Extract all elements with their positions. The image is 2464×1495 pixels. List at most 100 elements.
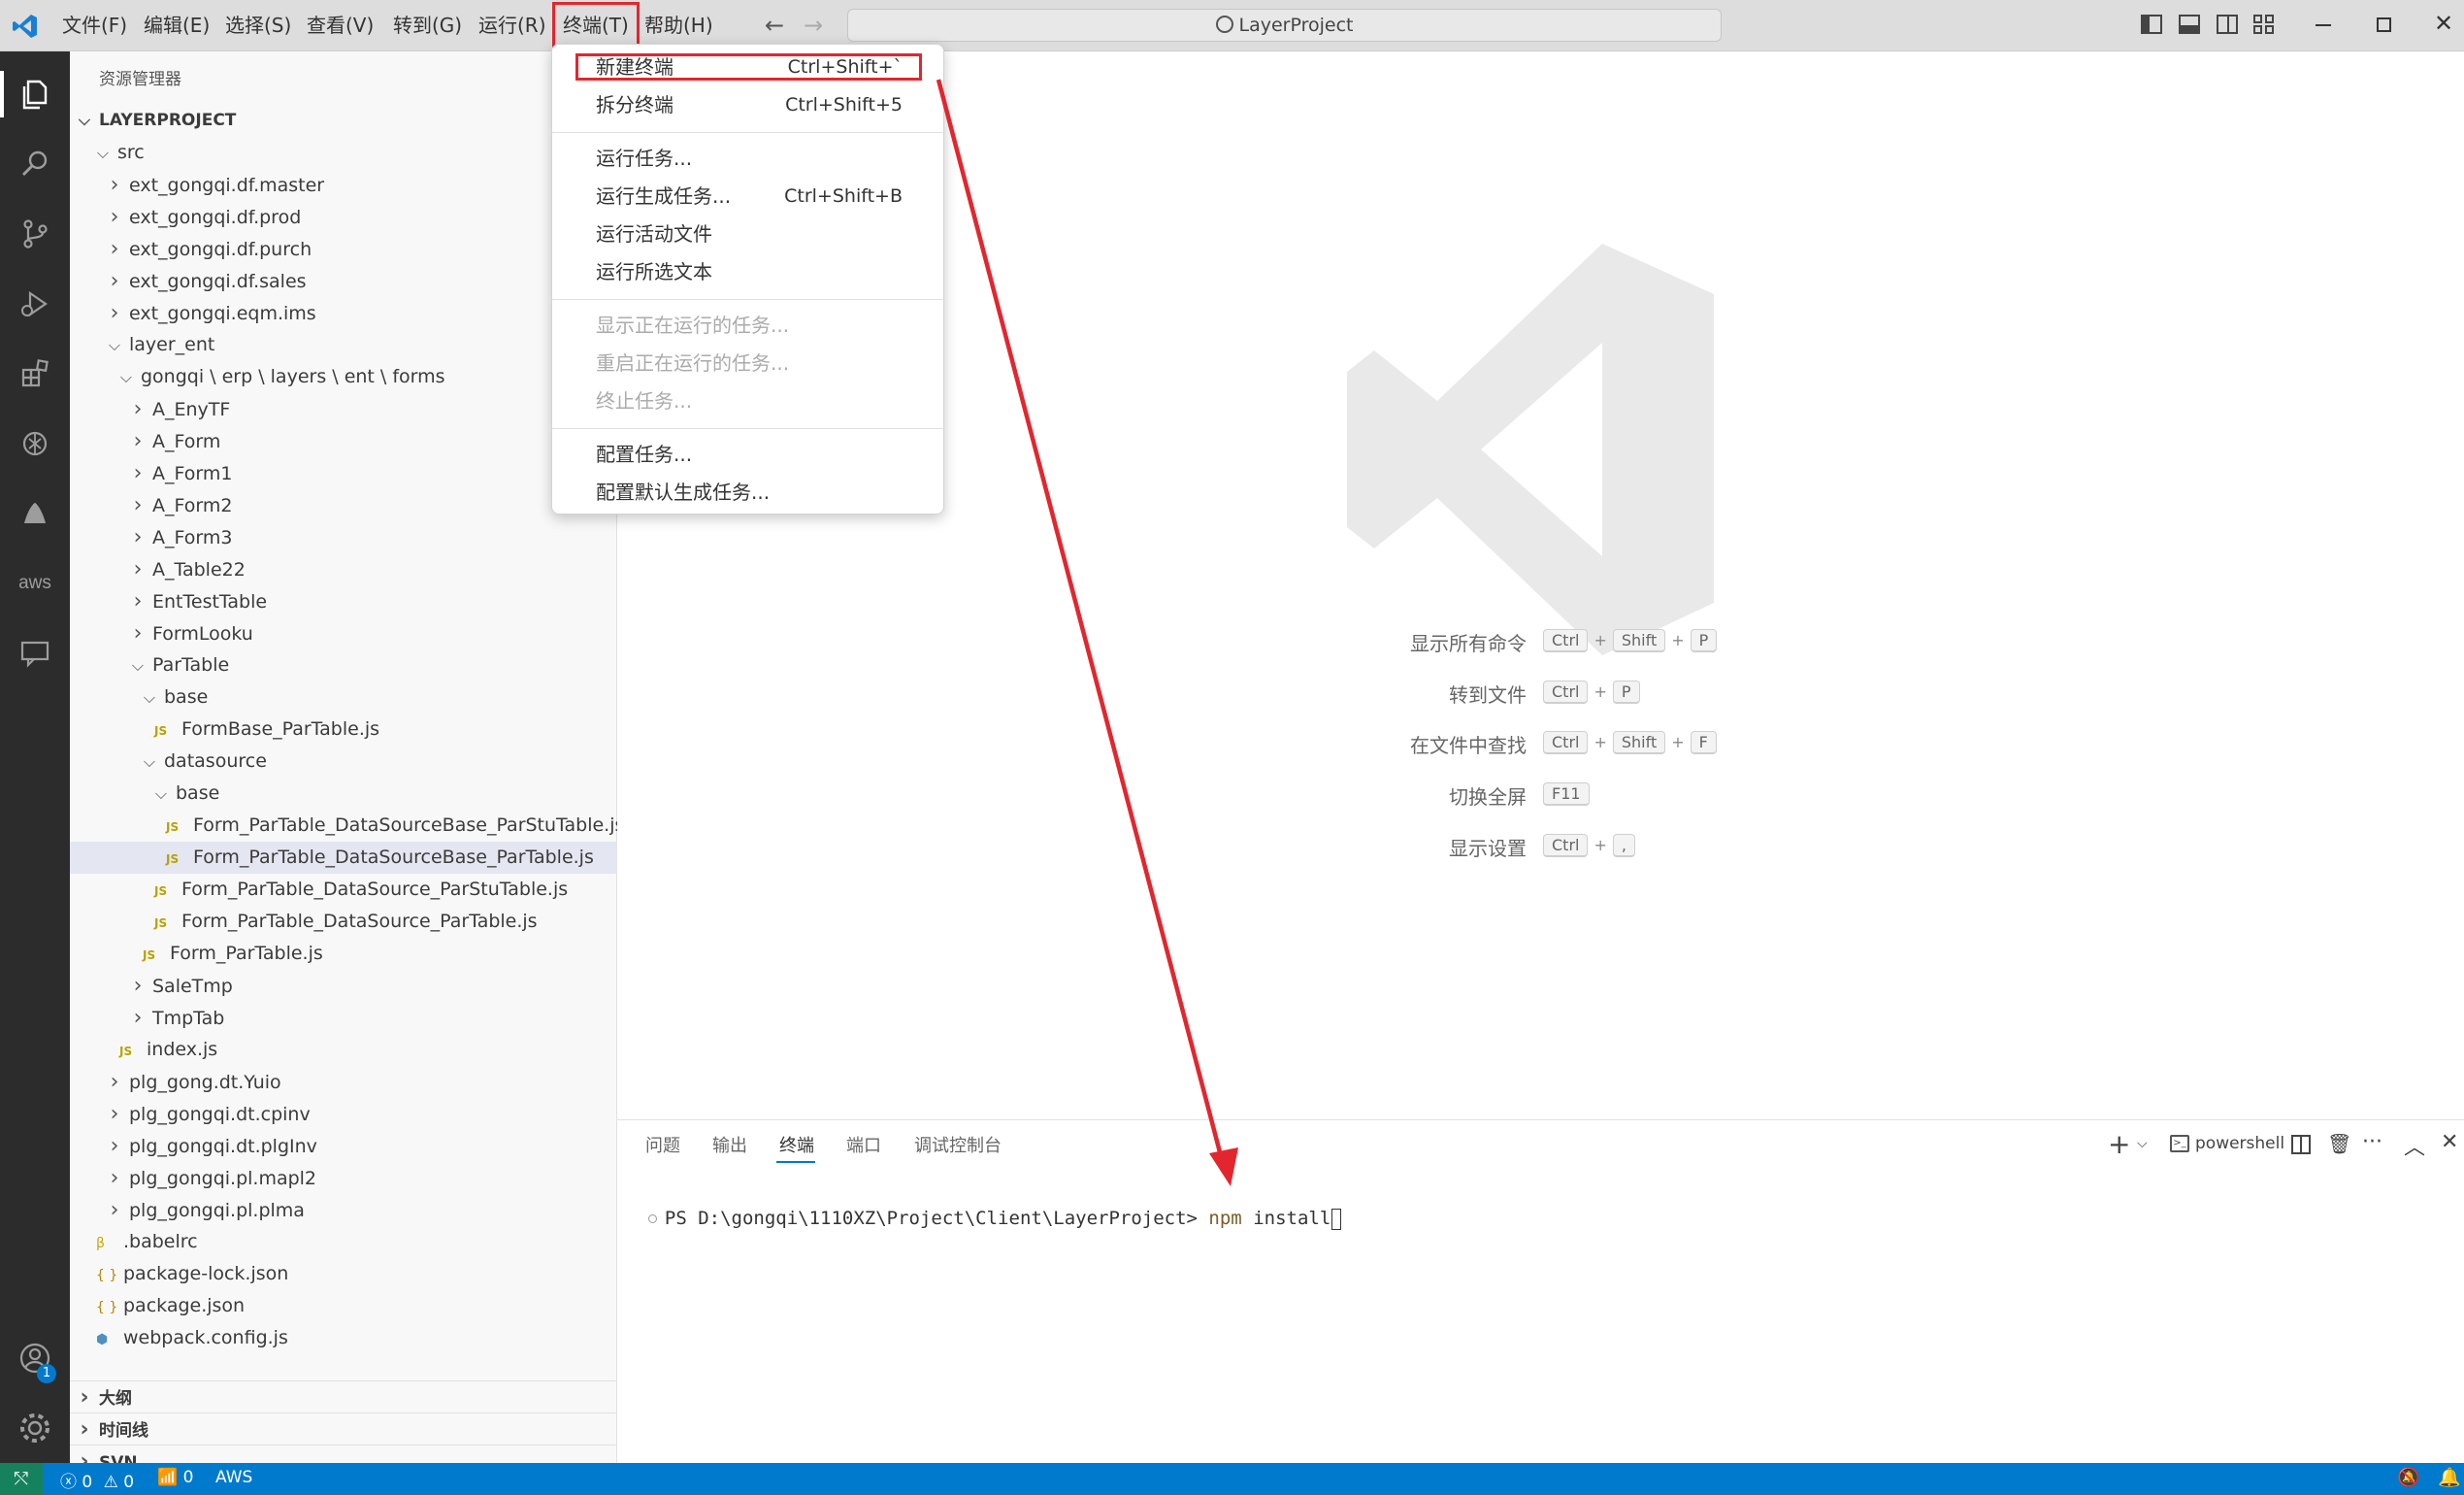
terminal-menu-item[interactable]: 配置任务...: [552, 436, 945, 474]
terminal-menu-item[interactable]: 运行活动文件: [552, 216, 945, 253]
tree-folder[interactable]: › FormLooku: [70, 617, 617, 649]
terminal-menu-item[interactable]: 新建终端 Ctrl+Shift+`: [552, 49, 945, 86]
run-debug-icon[interactable]: [0, 269, 70, 339]
forward-arrow-icon[interactable]: →: [804, 12, 823, 39]
toggle-panel-icon[interactable]: [2179, 15, 2200, 34]
tree-folder[interactable]: › A_Form1: [70, 457, 617, 489]
close-window-icon[interactable]: ✕: [2434, 10, 2453, 37]
menu-separator: [552, 132, 945, 133]
tree-file[interactable]: { } package-lock.json: [70, 1258, 617, 1290]
chatgpt-icon[interactable]: [0, 409, 70, 479]
menu-item-3[interactable]: 查看(V): [307, 0, 374, 51]
panel-tab[interactable]: 调试控制台: [914, 1119, 1002, 1173]
panel-tab[interactable]: 问题: [645, 1119, 680, 1173]
terminal-dropdown-chevron-icon[interactable]: ⌵: [2137, 1136, 2148, 1151]
tree-folder[interactable]: › ext_gongqi.df.prod: [70, 201, 617, 233]
close-panel-icon[interactable]: ✕: [2441, 1130, 2458, 1154]
tree-file[interactable]: JS Form_ParTable_DataSourceBase_ParStuTab…: [70, 810, 624, 842]
toggle-secondary-sidebar-icon[interactable]: [2217, 15, 2238, 34]
source-control-icon[interactable]: [0, 199, 70, 269]
tree-folder[interactable]: › A_Table22: [70, 553, 617, 585]
menu-item-4[interactable]: 转到(G): [393, 0, 462, 51]
menu-item-2[interactable]: 选择(S): [225, 0, 291, 51]
ports-status[interactable]: 📶 0: [157, 1468, 193, 1487]
terminal-menu-item[interactable]: 运行所选文本: [552, 253, 945, 291]
tree-folder[interactable]: ⌵ gongqi \ erp \ layers \ ent \ forms: [70, 361, 617, 393]
new-terminal-plus-icon[interactable]: +: [2108, 1128, 2130, 1160]
project-header[interactable]: ⌵ LAYERPROJECT: [70, 104, 617, 136]
aws-status[interactable]: AWS: [215, 1468, 252, 1487]
tree-folder[interactable]: ⌵ ParTable: [70, 649, 617, 681]
accounts-icon[interactable]: 1: [0, 1323, 70, 1393]
tree-file[interactable]: β .babelrc: [70, 1226, 617, 1258]
tree-folder[interactable]: ⌵ datasource: [70, 746, 617, 778]
split-terminal-icon[interactable]: [2291, 1135, 2311, 1154]
tree-item-label: layer_ent: [129, 334, 215, 355]
tree-folder[interactable]: › A_Form2: [70, 489, 617, 521]
tree-folder[interactable]: ⌵ base: [70, 778, 617, 810]
tree-folder[interactable]: › A_Form3: [70, 521, 617, 553]
tree-folder[interactable]: › plg_gongqi.pl.plma: [70, 1194, 617, 1226]
tree-folder[interactable]: › SaleTmp: [70, 970, 617, 1002]
panel-tab[interactable]: 端口: [846, 1119, 881, 1173]
tree-item-label: index.js: [147, 1039, 218, 1060]
tree-folder[interactable]: › ext_gongqi.df.purch: [70, 233, 617, 265]
remote-indicator[interactable]: ⤲: [0, 1463, 43, 1495]
tree-folder[interactable]: › A_EnyTF: [70, 393, 617, 425]
tree-file[interactable]: JS index.js: [70, 1034, 617, 1066]
tree-file[interactable]: JS FormBase_ParTable.js: [70, 714, 617, 746]
terminal-menu-item[interactable]: 运行任务...: [552, 140, 945, 178]
tree-file[interactable]: JS Form_ParTable.js: [70, 938, 617, 970]
minimize-icon[interactable]: [2316, 24, 2331, 26]
tree-file[interactable]: JS Form_ParTable_DataSource_ParStuTable.j…: [70, 874, 617, 906]
tree-folder[interactable]: ⌵ src: [70, 137, 617, 169]
tree-folder[interactable]: › A_Form: [70, 425, 617, 457]
trash-icon[interactable]: 🗑: [2327, 1132, 2351, 1155]
command-center-search[interactable]: LayerProject: [847, 9, 1722, 42]
tree-folder[interactable]: ⌵ base: [70, 681, 617, 714]
terminal-shell-selector[interactable]: >_ powershell: [2170, 1134, 2284, 1153]
terminal-output[interactable]: PS D:\gongqi\1110XZ\Project\Client\Layer…: [626, 1186, 1342, 1230]
customize-layout-icon[interactable]: [2253, 15, 2275, 34]
tree-folder[interactable]: › plg_gongqi.dt.cpinv: [70, 1098, 617, 1130]
panel-tab[interactable]: 终端: [779, 1119, 814, 1173]
tree-folder[interactable]: › TmpTab: [70, 1002, 617, 1034]
comments-icon[interactable]: [0, 618, 70, 688]
menu-item-1[interactable]: 编辑(E): [144, 0, 210, 51]
sidebar-section-header[interactable]: › 大纲: [70, 1380, 617, 1412]
tree-folder[interactable]: › ext_gongqi.df.master: [70, 169, 617, 201]
sidebar-section-header[interactable]: › 时间线: [70, 1412, 617, 1445]
maximize-panel-chevron-up-icon[interactable]: ︿: [2404, 1130, 2425, 1161]
tree-file[interactable]: ⬢ webpack.config.js: [70, 1322, 617, 1354]
terminal-menu-item[interactable]: 运行生成任务... Ctrl+Shift+B: [552, 178, 945, 216]
extensions-icon[interactable]: [0, 339, 70, 409]
menu-item-0[interactable]: 文件(F): [62, 0, 127, 51]
panel-tab[interactable]: 输出: [712, 1119, 747, 1173]
tree-file[interactable]: JS Form_ParTable_DataSource_ParTable.js: [70, 906, 617, 938]
explorer-icon[interactable]: [0, 59, 70, 129]
tree-folder[interactable]: › ext_gongqi.eqm.ims: [70, 297, 617, 329]
tree-file[interactable]: { } package.json: [70, 1290, 617, 1322]
bell-icon[interactable]: 🔔: [2438, 1466, 2461, 1488]
toggle-sidebar-icon[interactable]: [2141, 15, 2162, 34]
terminal-menu-item[interactable]: 配置默认生成任务...: [552, 474, 945, 512]
tree-folder[interactable]: › plg_gongqi.dt.plgInv: [70, 1130, 617, 1162]
back-arrow-icon[interactable]: ←: [765, 12, 784, 39]
gear-icon[interactable]: [0, 1393, 70, 1463]
search-icon[interactable]: [0, 129, 70, 199]
problems-status[interactable]: ⓧ 0 ⚠ 0: [60, 1468, 134, 1492]
remote-explorer-icon[interactable]: [0, 479, 70, 548]
tree-folder[interactable]: › plg_gong.dt.Yuio: [70, 1066, 617, 1098]
tree-folder[interactable]: ⌵ layer_ent: [70, 329, 617, 361]
more-actions-icon[interactable]: ···: [2362, 1130, 2382, 1154]
tree-folder[interactable]: › ext_gongqi.df.sales: [70, 265, 617, 297]
tree-folder[interactable]: › plg_gongqi.pl.mapl2: [70, 1162, 617, 1194]
tree-item-label: plg_gongqi.pl.mapl2: [129, 1168, 317, 1189]
terminal-menu-item[interactable]: 拆分终端 Ctrl+Shift+5: [552, 86, 945, 124]
tree-file[interactable]: JS Form_ParTable_DataSourceBase_ParTable.…: [70, 842, 617, 874]
restore-icon[interactable]: [2377, 17, 2391, 32]
aws-icon[interactable]: aws: [0, 548, 70, 618]
menu-item-5[interactable]: 运行(R): [478, 0, 546, 51]
notifications-muted-icon[interactable]: 🔕: [2397, 1466, 2420, 1488]
tree-folder[interactable]: › EntTestTable: [70, 585, 617, 617]
